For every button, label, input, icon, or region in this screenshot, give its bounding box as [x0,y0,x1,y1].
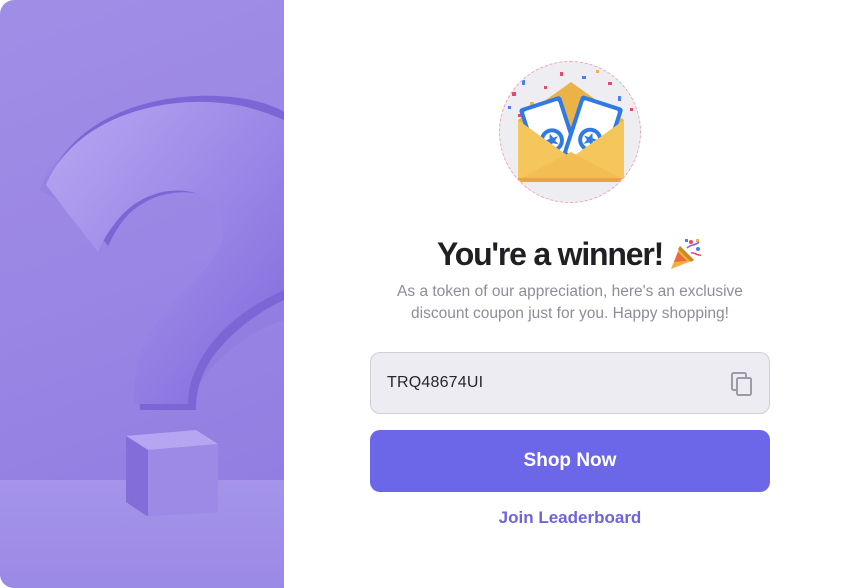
question-mark-icon [0,95,284,588]
popup-content: You're a winner! As a token of our appre… [284,0,856,588]
coupon-envelope-illustration [499,61,641,203]
coupon-code[interactable]: TRQ48674UI [387,374,483,392]
page-title: You're a winner! [436,235,664,272]
coupon-code-field[interactable]: TRQ48674UI [370,352,770,414]
copy-icon[interactable] [730,371,754,397]
party-popper-icon [667,236,703,272]
title-row: You're a winner! [284,232,856,276]
envelope-icon [508,70,633,182]
question-mark-image [0,0,284,588]
winner-popup: You're a winner! As a token of our appre… [0,0,856,588]
subtitle: As a token of our appreciation, here's a… [397,283,743,322]
shop-now-button[interactable]: Shop Now [370,430,770,492]
join-leaderboard-link[interactable]: Join Leaderboard [284,508,856,528]
